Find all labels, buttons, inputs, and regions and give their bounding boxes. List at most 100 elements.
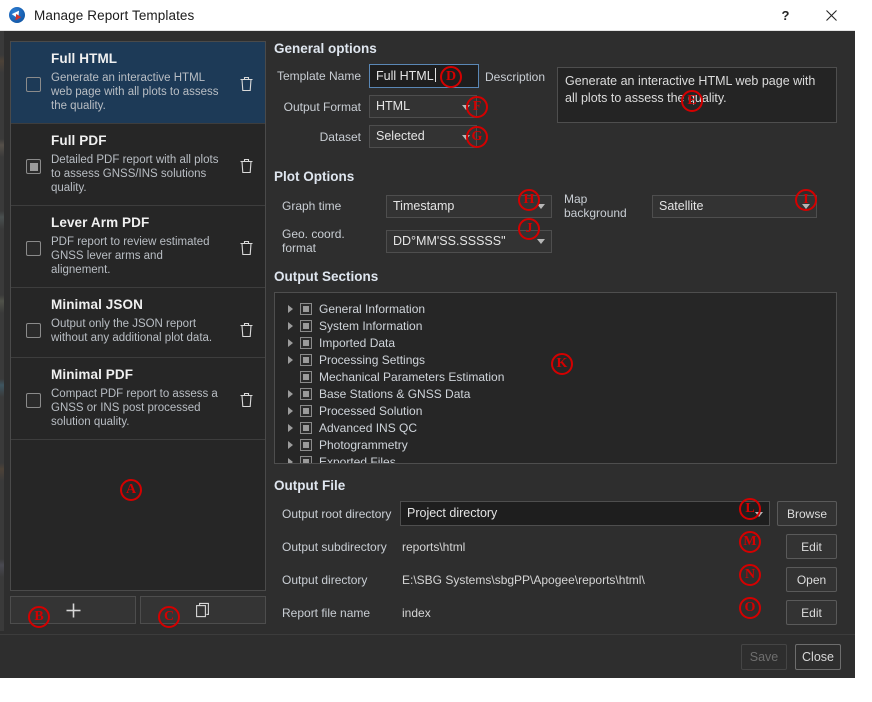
list-item[interactable]: Full PDF Detailed PDF report with all pl… (11, 124, 265, 206)
section-checkbox[interactable] (300, 320, 312, 332)
section-label: Photogrammetry (319, 438, 408, 452)
output-subdirectory-value: reports\html (400, 540, 779, 554)
templates-pane: Full HTML Generate an interactive HTML w… (0, 31, 266, 634)
expand-arrow-icon[interactable] (283, 441, 297, 449)
save-button[interactable]: Save (741, 644, 787, 670)
template-name-input[interactable]: Full HTML (369, 64, 479, 88)
template-checkbox[interactable] (26, 241, 41, 256)
section-checkbox[interactable] (300, 337, 312, 349)
expand-arrow-icon[interactable] (283, 407, 297, 415)
tree-item[interactable]: Imported Data (283, 334, 832, 351)
template-list-toolbar (10, 596, 266, 624)
expand-arrow-icon[interactable] (283, 339, 297, 347)
graph-time-label: Graph time (274, 199, 386, 213)
section-checkbox[interactable] (300, 405, 312, 417)
tree-item[interactable]: System Information (283, 317, 832, 334)
output-sections-tree[interactable]: General Information System Information I… (274, 292, 837, 464)
tree-item[interactable]: Exported Files (283, 453, 832, 464)
output-directory-row: Output directory E:\SBG Systems\sbgPP\Ap… (274, 567, 837, 592)
section-label: General Information (319, 302, 425, 316)
expand-arrow-icon[interactable] (283, 322, 297, 330)
geo-coord-format-label: Geo. coord. format (274, 227, 386, 255)
close-button[interactable]: Close (795, 644, 841, 670)
section-checkbox[interactable] (300, 439, 312, 451)
template-name: Lever Arm PDF (51, 215, 231, 230)
section-checkbox[interactable] (300, 371, 312, 383)
output-format-label: Output Format (274, 100, 369, 114)
template-name: Full PDF (51, 133, 231, 148)
graph-time-row: Graph time Timestamp Map background Sate… (274, 192, 837, 220)
map-background-select[interactable]: Satellite (652, 195, 817, 218)
map-background-value: Satellite (659, 199, 703, 213)
add-template-button[interactable] (10, 596, 136, 624)
delete-template-button[interactable] (235, 73, 257, 95)
template-description: Compact PDF report to assess a GNSS or I… (51, 387, 221, 429)
section-checkbox[interactable] (300, 354, 312, 366)
template-checkbox[interactable] (26, 323, 41, 338)
expand-arrow-icon[interactable] (283, 458, 297, 465)
list-item[interactable]: Minimal JSON Output only the JSON report… (11, 288, 265, 358)
geo-coord-format-value: DD°MM'SS.SSSSS" (393, 234, 506, 248)
list-item[interactable]: Lever Arm PDF PDF report to review estim… (11, 206, 265, 288)
title-bar: Manage Report Templates ? (0, 0, 855, 31)
delete-template-button[interactable] (235, 155, 257, 177)
template-name: Minimal PDF (51, 367, 231, 382)
section-checkbox[interactable] (300, 456, 312, 465)
close-window-button[interactable] (808, 0, 855, 30)
general-options-heading: General options (274, 41, 837, 56)
output-format-select[interactable]: HTML (369, 95, 477, 118)
dataset-label: Dataset (274, 130, 369, 144)
expand-arrow-icon[interactable] (283, 356, 297, 364)
output-root-directory-value: Project directory (407, 506, 497, 520)
tree-item[interactable]: Processed Solution (283, 402, 832, 419)
template-list[interactable]: Full HTML Generate an interactive HTML w… (10, 41, 266, 591)
browse-button[interactable]: Browse (777, 501, 837, 526)
graph-time-select[interactable]: Timestamp (386, 195, 552, 218)
edit-subdirectory-button[interactable]: Edit (786, 534, 837, 559)
output-sections-heading: Output Sections (274, 269, 837, 284)
template-checkbox[interactable] (26, 159, 41, 174)
duplicate-template-button[interactable] (140, 596, 266, 624)
options-pane: General options Template Name Full HTML … (266, 31, 855, 634)
edit-file-name-button[interactable]: Edit (786, 600, 837, 625)
open-directory-button[interactable]: Open (786, 567, 837, 592)
list-item[interactable]: Full HTML Generate an interactive HTML w… (11, 42, 265, 124)
tree-item[interactable]: General Information (283, 300, 832, 317)
template-text: Full PDF Detailed PDF report with all pl… (51, 133, 235, 195)
chevron-down-icon (462, 105, 470, 110)
delete-template-button[interactable] (235, 389, 257, 411)
expand-arrow-icon[interactable] (283, 305, 297, 313)
delete-template-button[interactable] (235, 319, 257, 341)
output-subdirectory-row: Output subdirectory reports\html Edit (274, 534, 837, 559)
output-directory-value: E:\SBG Systems\sbgPP\Apogee\reports\html… (400, 573, 779, 587)
dataset-select[interactable]: Selected (369, 125, 477, 148)
sbg-compass-icon (9, 7, 26, 24)
template-checkbox[interactable] (26, 77, 41, 92)
output-root-directory-select[interactable]: Project directory (400, 501, 770, 526)
description-textarea[interactable]: Generate an interactive HTML web page wi… (557, 67, 837, 123)
tree-item[interactable]: Photogrammetry (283, 436, 832, 453)
expand-arrow-icon[interactable] (283, 424, 297, 432)
section-checkbox[interactable] (300, 303, 312, 315)
output-root-directory-row: Output root directory Project directory … (274, 501, 837, 526)
section-checkbox[interactable] (300, 388, 312, 400)
tree-item[interactable]: Advanced INS QC (283, 419, 832, 436)
trash-icon (239, 322, 254, 338)
chevron-down-icon (537, 239, 545, 244)
close-icon (826, 10, 837, 21)
template-checkbox[interactable] (26, 393, 41, 408)
geo-coord-format-row: Geo. coord. format DD°MM'SS.SSSSS" (274, 227, 837, 255)
report-file-name-row: Report file name index Edit (274, 600, 837, 625)
tree-item[interactable]: Processing Settings (283, 351, 832, 368)
expand-arrow-icon[interactable] (283, 390, 297, 398)
tree-item[interactable]: Base Stations & GNSS Data (283, 385, 832, 402)
help-button[interactable]: ? (763, 0, 808, 30)
copy-icon (196, 602, 211, 618)
section-checkbox[interactable] (300, 422, 312, 434)
geo-coord-format-select[interactable]: DD°MM'SS.SSSSS" (386, 230, 552, 253)
tree-item[interactable]: Mechanical Parameters Estimation (283, 368, 832, 385)
delete-template-button[interactable] (235, 237, 257, 259)
list-item[interactable]: Minimal PDF Compact PDF report to assess… (11, 358, 265, 440)
section-label: Exported Files (319, 455, 396, 465)
output-subdirectory-label: Output subdirectory (274, 540, 400, 554)
